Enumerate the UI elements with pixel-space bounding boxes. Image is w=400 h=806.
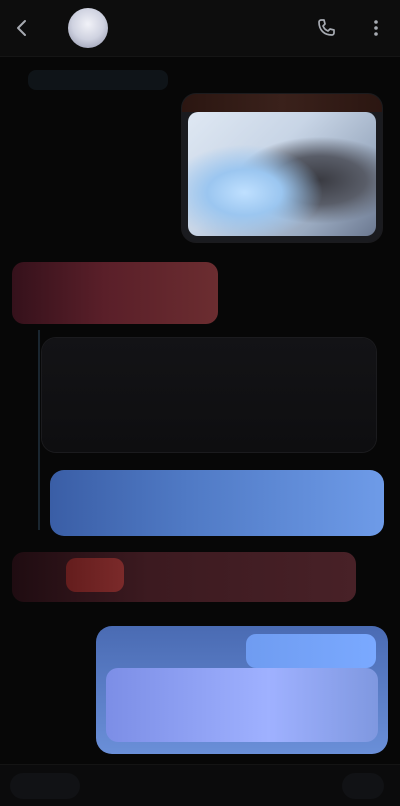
bottom-bar-right-control[interactable] (342, 773, 384, 799)
attachment-message[interactable] (96, 626, 388, 754)
incoming-message[interactable] (12, 262, 218, 324)
bottom-bar (0, 764, 400, 806)
reply-bubble[interactable] (42, 338, 376, 452)
more-icon[interactable] (364, 16, 388, 40)
reply-header (202, 358, 362, 376)
alert-message[interactable] (12, 552, 356, 602)
alert-text (136, 566, 336, 584)
back-arrow-icon[interactable] (10, 16, 34, 40)
incoming-message-line-2 (22, 294, 172, 308)
reply-body (62, 388, 362, 432)
media-image[interactable] (188, 112, 376, 236)
incoming-message-line-1 (22, 272, 208, 288)
contact-name[interactable] (128, 10, 248, 28)
bottom-bar-left-control[interactable] (10, 773, 80, 799)
thread-line (38, 330, 40, 530)
media-card[interactable] (182, 94, 382, 242)
outgoing-message[interactable] (50, 470, 384, 536)
attachment-preview-top[interactable] (246, 634, 376, 668)
alert-badge (66, 558, 124, 592)
date-label (28, 70, 168, 90)
message-meta (24, 606, 204, 620)
media-card-header (182, 94, 382, 112)
chat-screen (0, 0, 400, 806)
contact-status (128, 30, 228, 44)
chat-header (0, 0, 400, 57)
call-icon[interactable] (314, 16, 338, 40)
avatar[interactable] (68, 8, 108, 48)
media-caption (192, 224, 312, 236)
outgoing-message-text (64, 484, 370, 522)
attachment-label (114, 690, 354, 708)
